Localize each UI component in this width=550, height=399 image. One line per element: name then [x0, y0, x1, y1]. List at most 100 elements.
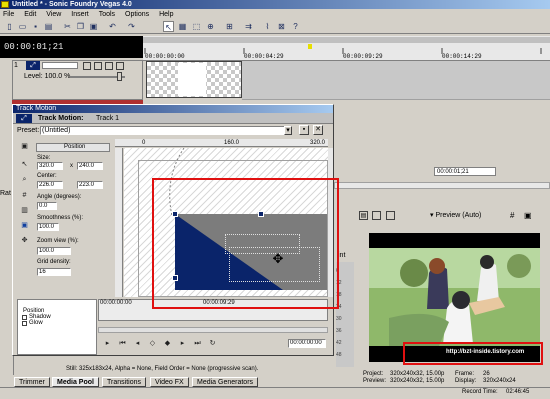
save-preset-icon[interactable]: ▪ [299, 125, 309, 135]
angle-label: Angle (degrees): [37, 194, 82, 200]
angle-field[interactable]: 0.0 [37, 202, 57, 210]
mute-icon[interactable] [94, 62, 102, 70]
lock-envelopes-icon[interactable]: ⌇ [262, 21, 273, 32]
kf-scrollbar[interactable] [98, 327, 328, 333]
open-icon[interactable]: ▭ [17, 21, 28, 32]
go-to-end-icon[interactable]: ⏭ [193, 339, 202, 348]
frame-value: 26 [483, 371, 490, 377]
menu-edit[interactable]: Edit [24, 10, 36, 20]
preview-more-icon[interactable]: ▣ [524, 211, 532, 220]
preview-settings-icon[interactable]: ▤ [359, 211, 368, 220]
record-time-label: Record Time: [462, 389, 498, 395]
motion-canvas-ruler [115, 139, 328, 147]
add-keyframe-icon[interactable]: ◇ [148, 339, 157, 348]
menu-tools[interactable]: Tools [99, 10, 115, 20]
preview-quality-dropdown[interactable]: ▾ Preview (Auto) [430, 211, 481, 219]
project-label: Project: [363, 371, 384, 377]
delete-keyframe-icon[interactable]: ◆ [163, 339, 172, 348]
track-name-field[interactable] [42, 62, 78, 69]
level-slider-thumb[interactable] [117, 72, 122, 81]
external-monitor-icon[interactable] [386, 211, 395, 220]
envelope-tool-icon[interactable]: ▦ [177, 21, 188, 32]
right-scrollbar[interactable] [334, 182, 550, 189]
kf-time-start: 00:00:00:00 [100, 300, 132, 306]
zoom-icon[interactable]: ⌕ [20, 175, 29, 184]
lock-icon[interactable] [116, 62, 124, 70]
preset-dropdown-arrow[interactable]: ▾ [284, 126, 292, 135]
svg-text:30: 30 [336, 316, 342, 322]
display-label: Display: [455, 378, 477, 384]
size-label: Size: [37, 155, 51, 161]
zoom-view-value: 100.0 [39, 248, 55, 254]
kf-glow-checkbox[interactable] [22, 321, 27, 326]
preview-label: Preview: [363, 378, 387, 384]
loop-icon[interactable]: ↻ [208, 339, 217, 348]
prev-keyframe-icon[interactable]: ◂ [133, 339, 142, 348]
next-keyframe-icon[interactable]: ▸ [178, 339, 187, 348]
menu-help[interactable]: Help [159, 10, 173, 20]
go-to-start-icon[interactable]: ⏮ [118, 339, 127, 348]
ruler-mark-320: 320.0 [310, 140, 326, 146]
timeline-scroll[interactable] [143, 37, 550, 43]
menu-insert[interactable]: Insert [71, 10, 89, 20]
copy-icon[interactable]: ❐ [75, 21, 86, 32]
split-screen-icon[interactable] [372, 211, 381, 220]
grid-density-dropdown[interactable]: 16 [37, 268, 71, 276]
smoothness-field[interactable]: 100.0 [37, 223, 59, 231]
track-lane [242, 61, 550, 100]
zoom-tool-icon[interactable]: ⊕ [205, 21, 216, 32]
play-icon[interactable]: ▸ [103, 339, 112, 348]
project-value: 320x240x32, 15.00p [390, 371, 445, 377]
size-height-field[interactable]: 240.0 [77, 162, 103, 170]
properties-icon[interactable]: ▤ [43, 21, 54, 32]
edit-mode-icon[interactable]: ↖ [20, 160, 29, 169]
fx-icon[interactable] [83, 62, 91, 70]
save-icon[interactable]: ▪ [30, 21, 41, 32]
tab-media-generators[interactable]: Media Generators [192, 377, 259, 387]
snapping-icon[interactable]: ⊞ [224, 21, 235, 32]
tab-transitions[interactable]: Transitions [102, 377, 146, 387]
svg-text:48: 48 [336, 352, 342, 358]
motion-canvas-vruler [115, 148, 123, 297]
track-motion-header-icon: ⤢ [16, 114, 32, 123]
ruler-label-3: 00:00:14:29 [442, 53, 482, 60]
snap-to-grid-icon[interactable]: # [20, 191, 29, 200]
normal-edit-tool-icon[interactable]: ↖ [163, 21, 174, 32]
kf-shadow-checkbox[interactable] [22, 315, 27, 320]
lock-aspect-icon[interactable]: ▥ [20, 206, 29, 215]
undo-icon[interactable]: ↶ [107, 21, 118, 32]
help-icon[interactable]: ? [290, 21, 301, 32]
center-x-field[interactable]: 226.0 [37, 181, 63, 189]
selection-tool-icon[interactable]: ⬚ [191, 21, 202, 32]
paste-icon[interactable]: ▣ [88, 21, 99, 32]
auto-ripple-icon[interactable]: ⇉ [243, 21, 254, 32]
redo-icon[interactable]: ↷ [126, 21, 137, 32]
track-motion-icon[interactable]: ⤢ [26, 61, 40, 70]
move-freely-icon[interactable]: ✥ [20, 236, 29, 245]
angle-value: 0.0 [39, 203, 48, 209]
tab-trimmer[interactable]: Trimmer [14, 377, 50, 387]
enable-rotation-icon[interactable]: ▣ [20, 142, 29, 151]
tab-media-pool[interactable]: Media Pool [52, 377, 99, 387]
video-event-thumb [178, 63, 206, 96]
size-width-field[interactable]: 320.0 [37, 162, 63, 170]
app-title-bar: Untitled * - Sonic Foundry Vegas 4.0 [0, 0, 550, 9]
scale-about-center-icon[interactable]: ▣ [20, 221, 29, 230]
size-height-value: 240.0 [79, 163, 95, 169]
tab-video-fx[interactable]: Video FX [150, 377, 189, 387]
zoom-view-label: Zoom view (%): [37, 238, 79, 244]
menu-file[interactable]: File [3, 10, 14, 20]
grid-icon[interactable]: # [510, 211, 514, 220]
cut-icon[interactable]: ✂ [62, 21, 73, 32]
menu-options[interactable]: Options [125, 10, 149, 20]
preset-dropdown[interactable]: (Untitled) [40, 126, 292, 135]
solo-icon[interactable] [105, 62, 113, 70]
center-y-field[interactable]: 223.0 [77, 181, 103, 189]
menu-view[interactable]: View [46, 10, 61, 20]
ruler-label-2: 00:00:09:29 [343, 53, 383, 60]
delete-preset-icon[interactable]: ✕ [313, 125, 323, 135]
new-icon[interactable]: ▯ [4, 21, 15, 32]
size-x-label: x [70, 163, 73, 169]
zoom-view-dropdown[interactable]: 100.0 [37, 247, 71, 255]
ignore-grouping-icon[interactable]: ⊠ [276, 21, 287, 32]
